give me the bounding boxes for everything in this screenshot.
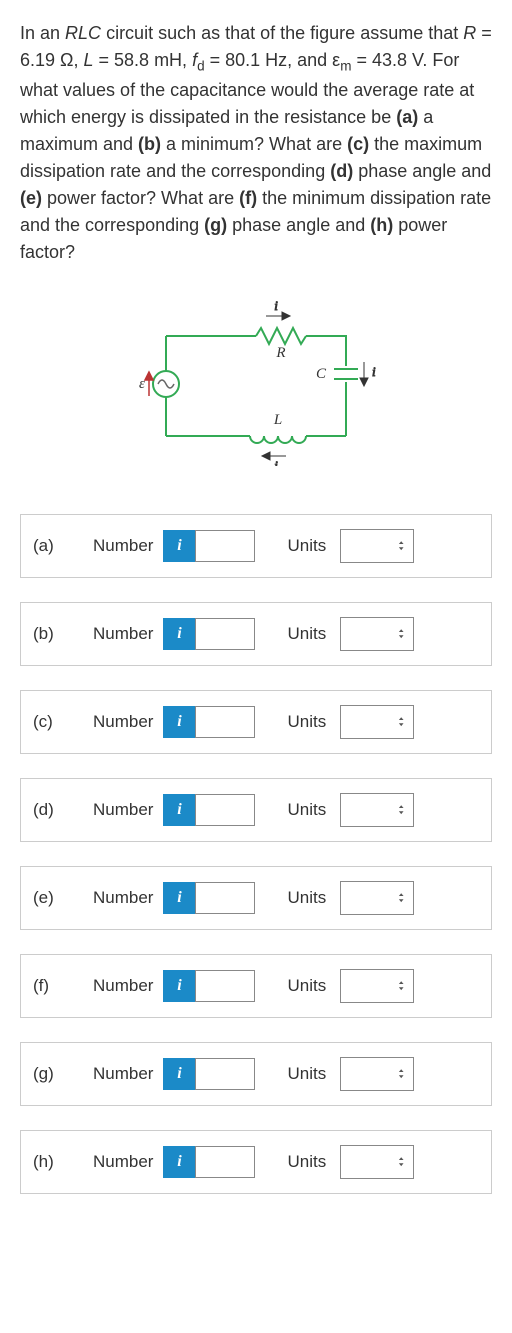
- number-label: Number: [93, 621, 153, 647]
- chevron-updown-icon: ▲▼: [397, 628, 405, 639]
- part-label: (f): [33, 973, 93, 999]
- answer-row-e: (e) Number i Units ▲▼: [20, 866, 492, 930]
- resistor-label: R: [275, 345, 285, 361]
- units-select[interactable]: ▲▼: [340, 793, 414, 827]
- info-button[interactable]: i: [163, 882, 195, 914]
- answer-row-b: (b) Number i Units ▲▼: [20, 602, 492, 666]
- emf-label: ε: [139, 376, 145, 392]
- part-label: (a): [33, 533, 93, 559]
- info-button[interactable]: i: [163, 1146, 195, 1178]
- answer-row-c: (c) Number i Units ▲▼: [20, 690, 492, 754]
- part-label: (g): [33, 1061, 93, 1087]
- current-i-right: i: [372, 364, 376, 379]
- chevron-updown-icon: ▲▼: [397, 892, 405, 903]
- info-button[interactable]: i: [163, 794, 195, 826]
- units-label: Units: [287, 1149, 326, 1175]
- number-input[interactable]: [195, 530, 255, 562]
- chevron-updown-icon: ▲▼: [397, 804, 405, 815]
- units-label: Units: [287, 797, 326, 823]
- info-button[interactable]: i: [163, 530, 195, 562]
- units-select[interactable]: ▲▼: [340, 1057, 414, 1091]
- answer-row-h: (h) Number i Units ▲▼: [20, 1130, 492, 1194]
- number-input[interactable]: [195, 882, 255, 914]
- info-button[interactable]: i: [163, 1058, 195, 1090]
- number-label: Number: [93, 709, 153, 735]
- answer-row-f: (f) Number i Units ▲▼: [20, 954, 492, 1018]
- part-label: (e): [33, 885, 93, 911]
- units-label: Units: [287, 621, 326, 647]
- number-input[interactable]: [195, 1146, 255, 1178]
- part-label: (c): [33, 709, 93, 735]
- circuit-diagram: ε R L C i i i: [20, 296, 492, 474]
- info-button[interactable]: i: [163, 706, 195, 738]
- units-select[interactable]: ▲▼: [340, 881, 414, 915]
- number-label: Number: [93, 885, 153, 911]
- number-label: Number: [93, 973, 153, 999]
- current-i-top: i: [274, 298, 278, 313]
- number-input[interactable]: [195, 1058, 255, 1090]
- info-button[interactable]: i: [163, 970, 195, 1002]
- units-label: Units: [287, 973, 326, 999]
- number-label: Number: [93, 797, 153, 823]
- number-input[interactable]: [195, 706, 255, 738]
- number-input[interactable]: [195, 794, 255, 826]
- chevron-updown-icon: ▲▼: [397, 540, 405, 551]
- number-input[interactable]: [195, 618, 255, 650]
- units-select[interactable]: ▲▼: [340, 617, 414, 651]
- units-select[interactable]: ▲▼: [340, 969, 414, 1003]
- capacitor-label: C: [316, 366, 327, 382]
- answer-row-d: (d) Number i Units ▲▼: [20, 778, 492, 842]
- current-i-bottom: i: [274, 458, 278, 466]
- units-label: Units: [287, 533, 326, 559]
- info-button[interactable]: i: [163, 618, 195, 650]
- units-select[interactable]: ▲▼: [340, 529, 414, 563]
- units-select[interactable]: ▲▼: [340, 705, 414, 739]
- chevron-updown-icon: ▲▼: [397, 716, 405, 727]
- units-label: Units: [287, 709, 326, 735]
- units-label: Units: [287, 1061, 326, 1087]
- chevron-updown-icon: ▲▼: [397, 980, 405, 991]
- units-select[interactable]: ▲▼: [340, 1145, 414, 1179]
- part-label: (d): [33, 797, 93, 823]
- units-label: Units: [287, 885, 326, 911]
- question-text: In an RLC circuit such as that of the fi…: [20, 20, 492, 266]
- chevron-updown-icon: ▲▼: [397, 1156, 405, 1167]
- number-label: Number: [93, 1061, 153, 1087]
- chevron-updown-icon: ▲▼: [397, 1068, 405, 1079]
- number-label: Number: [93, 1149, 153, 1175]
- number-input[interactable]: [195, 970, 255, 1002]
- part-label: (h): [33, 1149, 93, 1175]
- inductor-label: L: [273, 412, 282, 428]
- number-label: Number: [93, 533, 153, 559]
- answer-row-g: (g) Number i Units ▲▼: [20, 1042, 492, 1106]
- answer-row-a: (a) Number i Units ▲▼: [20, 514, 492, 578]
- part-label: (b): [33, 621, 93, 647]
